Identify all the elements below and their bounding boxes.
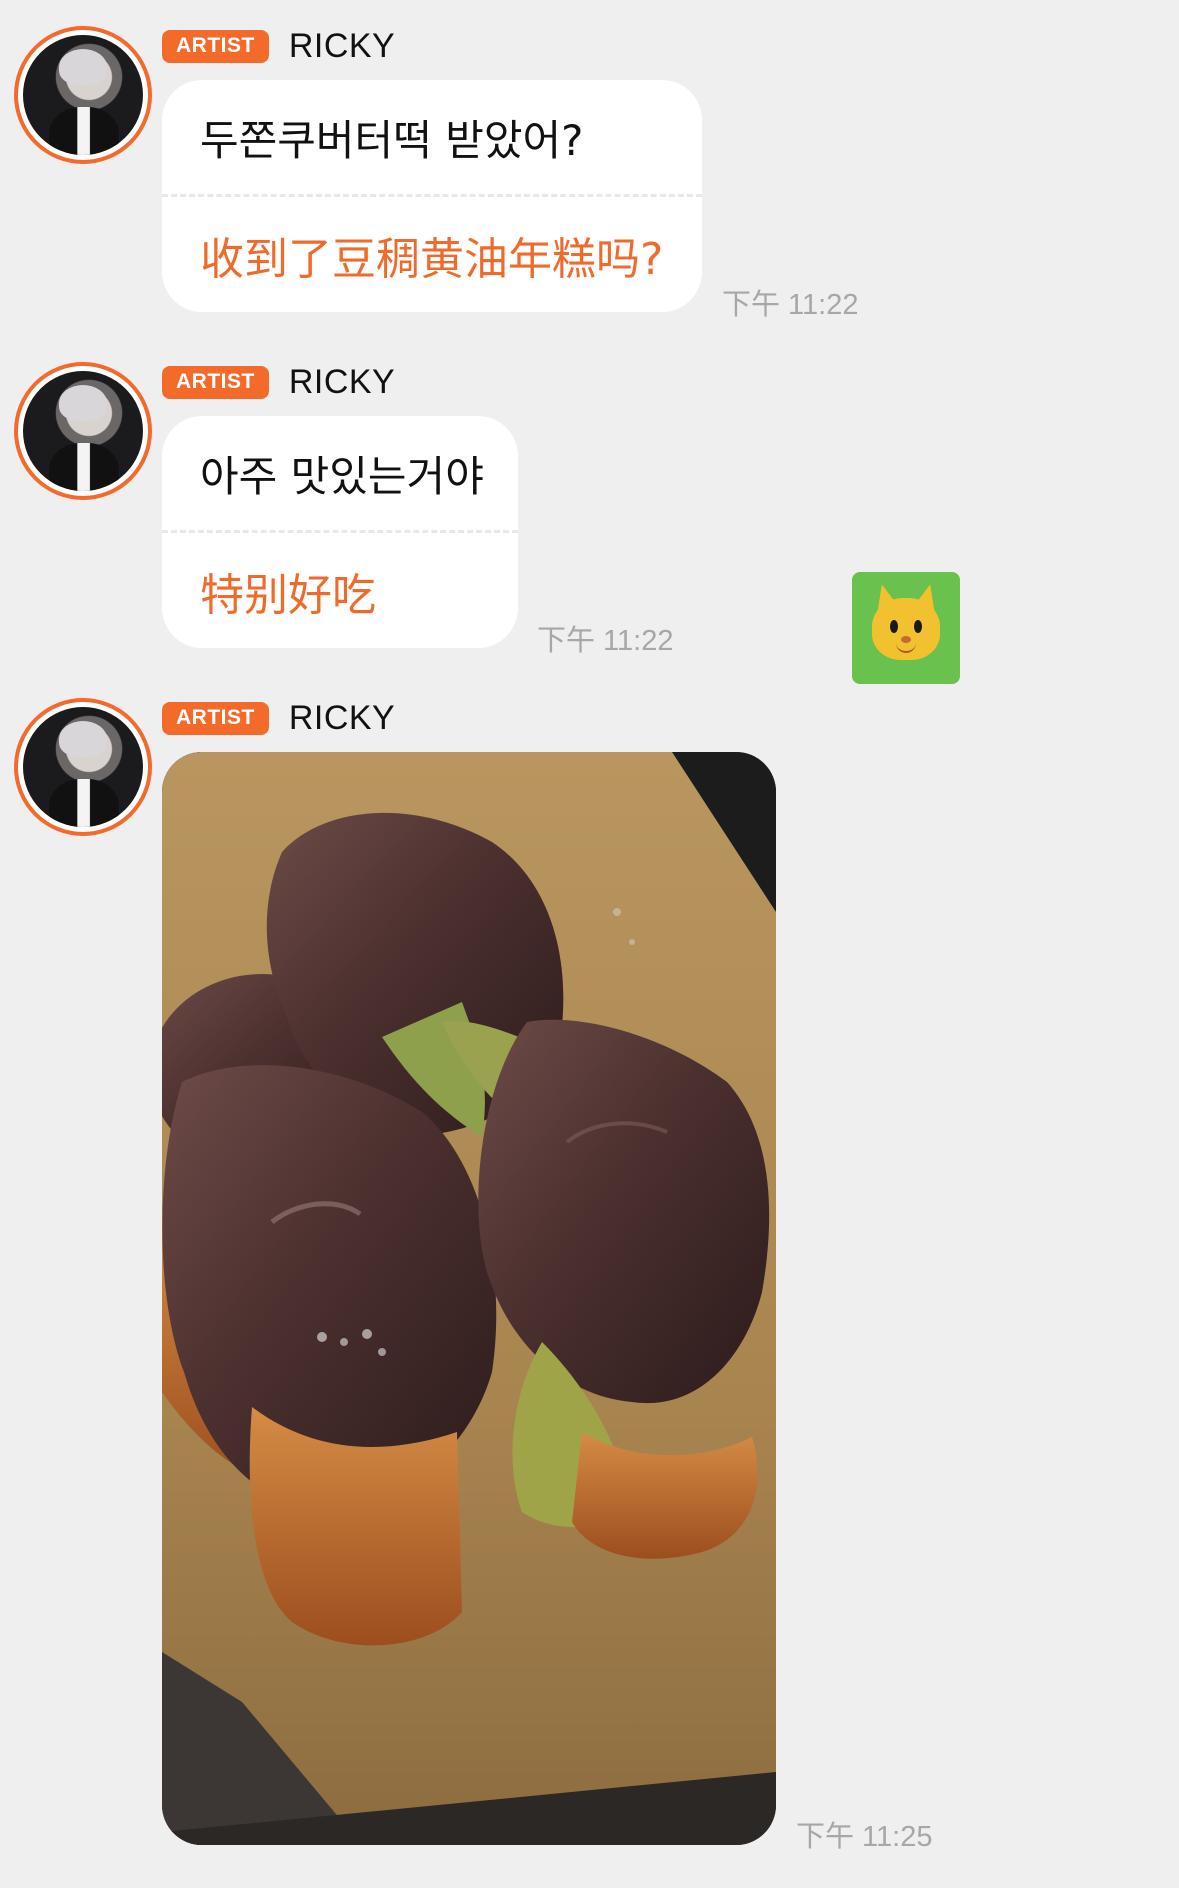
message-timestamp: 下午 11:22 xyxy=(537,625,674,657)
message-timestamp: 下午 11:25 xyxy=(796,1821,933,1853)
cat-mouth-icon xyxy=(896,641,916,653)
cat-left-eye-icon xyxy=(890,620,898,633)
cat-right-ear-icon xyxy=(913,582,941,613)
message-header: ARTIST RICKY xyxy=(162,698,395,738)
photo-image xyxy=(162,752,776,1845)
artist-avatar-image xyxy=(23,35,143,155)
message-text: 아주 맛있는거야 xyxy=(200,451,484,501)
artist-avatar[interactable] xyxy=(14,362,152,500)
message-bubble[interactable]: 두쫀쿠버터떡 받았어? 收到了豆稠黄油年糕吗? xyxy=(162,80,702,312)
sender-name[interactable]: RICKY xyxy=(289,701,395,735)
photo-message[interactable] xyxy=(162,752,776,1845)
artist-avatar[interactable] xyxy=(14,698,152,836)
message-translation: 特别好吃 xyxy=(162,530,518,648)
cat-left-ear-icon xyxy=(871,582,899,613)
message-timestamp: 下午 11:22 xyxy=(722,289,859,321)
message-text: 두쫀쿠버터떡 받았어? xyxy=(200,115,584,165)
artist-badge: ARTIST xyxy=(162,29,269,63)
artist-avatar-image xyxy=(23,371,143,491)
sender-name[interactable]: RICKY xyxy=(289,29,395,63)
message-header: ARTIST RICKY xyxy=(162,26,395,66)
artist-avatar[interactable] xyxy=(14,26,152,164)
sender-name[interactable]: RICKY xyxy=(289,365,395,399)
artist-badge: ARTIST xyxy=(162,701,269,735)
message-header: ARTIST RICKY xyxy=(162,362,395,402)
message-translation: 收到了豆稠黄油年糕吗? xyxy=(162,194,702,312)
artist-avatar-image xyxy=(23,707,143,827)
message-bubble[interactable]: 아주 맛있는거야 特别好吃 xyxy=(162,416,518,648)
cat-sticker-button[interactable] xyxy=(852,572,960,684)
cat-right-eye-icon xyxy=(914,620,922,633)
artist-badge: ARTIST xyxy=(162,365,269,399)
cat-face-icon xyxy=(872,598,940,660)
